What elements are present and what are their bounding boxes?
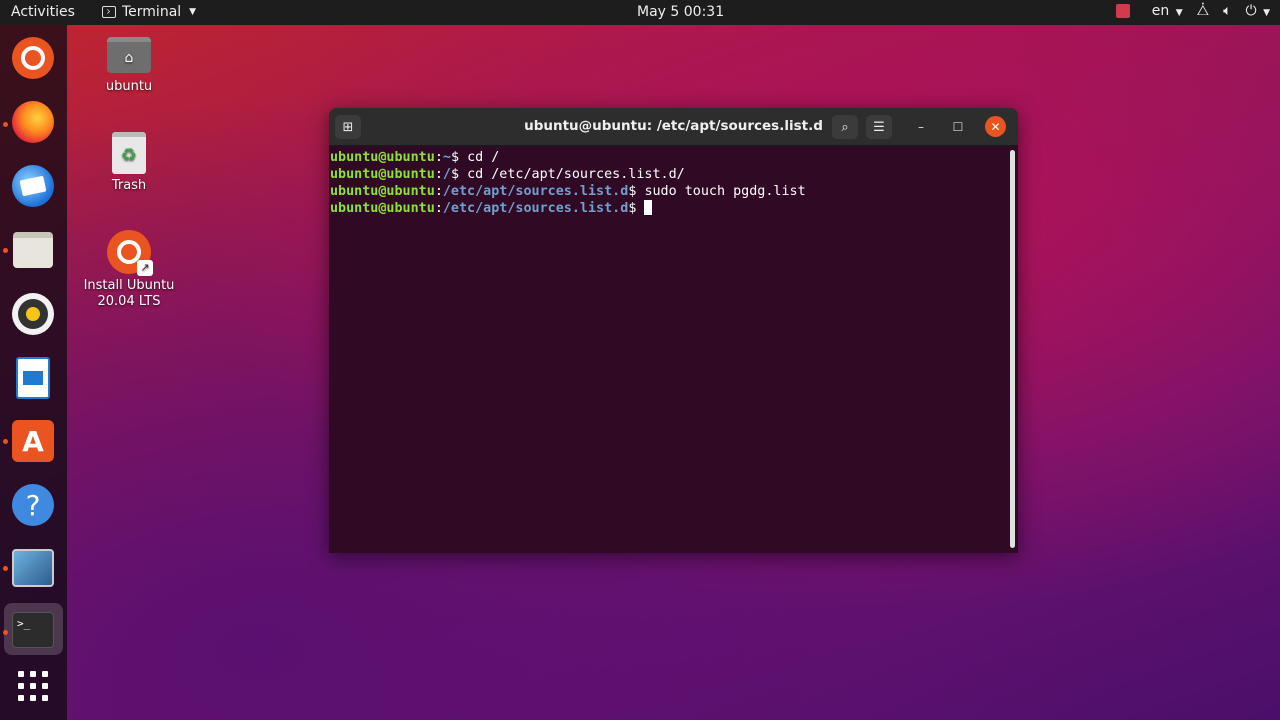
terminal-small-icon (102, 6, 116, 18)
command-text: cd /etc/apt/sources.list.d/ (467, 167, 685, 182)
dock-software[interactable]: A (10, 418, 56, 464)
close-icon: ✕ (990, 119, 1001, 134)
clock[interactable]: May 5 00:31 (637, 4, 724, 20)
rhythmbox-icon (12, 293, 54, 335)
terminal-line: ubuntu@ubuntu:/etc/apt/sources.list.d$ s… (330, 183, 1017, 200)
menu-button[interactable]: ☰ (866, 115, 892, 139)
running-indicator (3, 439, 8, 444)
dock-rhythmbox[interactable] (10, 291, 56, 337)
desktop-icon-label: Install Ubuntu 20.04 LTS (83, 278, 175, 309)
install-ubuntu-icon: ↗ (107, 230, 153, 276)
prompt-separator: : (434, 150, 443, 165)
prompt-separator: : (434, 184, 443, 199)
terminal-icon: >_ (12, 612, 54, 648)
terminal-line: ubuntu@ubuntu:~$ cd / (330, 149, 1017, 166)
thunderbird-icon (12, 165, 54, 207)
language-label: en (1151, 3, 1170, 19)
power-menu[interactable]: ⏻ ▼ (1246, 3, 1270, 19)
volume-icon[interactable]: 🔈︎ (1223, 3, 1231, 19)
dock: A ? >_ (0, 25, 67, 720)
trash-icon: ♻ (112, 132, 146, 174)
dock-help[interactable]: ? (10, 482, 56, 528)
terminal-scrollbar[interactable] (1010, 150, 1015, 548)
prompt-symbol: $ (450, 167, 468, 182)
screenshot-icon (12, 549, 54, 587)
dock-writer[interactable] (10, 355, 56, 401)
desktop-icon-label: ubuntu (105, 79, 153, 94)
minimize-button[interactable]: – (911, 117, 931, 137)
system-tray: en ▼ ⧊ 🔈︎ ⏻ ▼ (1115, 3, 1270, 19)
dock-ubuntu[interactable] (10, 35, 56, 81)
top-bar: Activities Terminal ▼ May 5 00:31 en ▼ ⧊… (0, 0, 1280, 25)
running-indicator (3, 122, 8, 127)
prompt-symbol: $ (450, 150, 468, 165)
dock-files[interactable] (10, 227, 56, 273)
prompt-symbol: $ (628, 184, 645, 199)
desktop-icon-home[interactable]: ⌂ ubuntu (74, 37, 184, 94)
prompt-path: / (442, 167, 451, 182)
home-folder-icon: ⌂ (107, 37, 151, 73)
text-cursor (644, 200, 653, 215)
ubuntu-software-icon: A (12, 420, 54, 462)
search-icon: ⌕ (841, 119, 849, 135)
terminal-window[interactable]: ⊞ ubuntu@ubuntu: /etc/apt/sources.list.d… (329, 108, 1018, 553)
maximize-icon: ☐ (952, 120, 964, 134)
dock-terminal[interactable]: >_ (10, 607, 56, 653)
prompt-separator: : (434, 201, 443, 216)
desktop-icon-label: Trash (111, 178, 147, 193)
terminal-line: ubuntu@ubuntu:/etc/apt/sources.list.d$ (330, 200, 1017, 217)
firefox-icon (12, 101, 54, 143)
hamburger-menu-icon: ☰ (873, 119, 885, 135)
terminal-headerbar[interactable]: ⊞ ubuntu@ubuntu: /etc/apt/sources.list.d… (329, 108, 1018, 146)
help-icon: ? (12, 484, 54, 526)
app-menu-label: Terminal (122, 4, 182, 20)
prompt-user: ubuntu@ubuntu (330, 184, 435, 199)
tray-app-icon[interactable] (1115, 4, 1130, 18)
show-applications-icon (18, 671, 48, 701)
show-applications-button[interactable] (10, 663, 56, 709)
ubuntu-logo-icon (12, 37, 54, 79)
prompt-user: ubuntu@ubuntu (330, 150, 435, 165)
minimize-icon: – (918, 120, 924, 134)
prompt-path: ~ (442, 150, 451, 165)
prompt-user: ubuntu@ubuntu (330, 167, 435, 182)
libreoffice-writer-icon (16, 357, 50, 399)
search-button[interactable]: ⌕ (832, 115, 858, 139)
prompt-path: /etc/apt/sources.list.d (442, 201, 629, 216)
running-indicator (3, 248, 8, 253)
terminal-output[interactable]: ubuntu@ubuntu:~$ cd / ubuntu@ubuntu:/$ cd… (329, 146, 1018, 220)
prompt-separator: : (434, 167, 443, 182)
power-icon: ⏻ (1245, 3, 1257, 19)
chevron-down-icon: ▼ (1263, 8, 1270, 18)
chevron-down-icon: ▼ (189, 7, 197, 17)
desktop-icon-trash[interactable]: ♻ Trash (74, 132, 184, 193)
close-button[interactable]: ✕ (985, 116, 1006, 137)
network-icon[interactable]: ⧊ (1197, 3, 1210, 19)
prompt-path: /etc/apt/sources.list.d (442, 184, 629, 199)
command-text: sudo touch pgdg.list (644, 184, 806, 199)
files-icon (13, 232, 53, 268)
command-text: cd / (467, 150, 500, 165)
dock-screenshot[interactable] (10, 545, 56, 591)
dock-firefox[interactable] (10, 99, 56, 145)
prompt-symbol: $ (628, 201, 645, 216)
maximize-button[interactable]: ☐ (948, 117, 968, 137)
terminal-line: ubuntu@ubuntu:/$ cd /etc/apt/sources.lis… (330, 166, 1017, 183)
app-menu-button[interactable]: Terminal ▼ (102, 4, 196, 20)
language-selector[interactable]: en ▼ (1152, 3, 1183, 19)
activities-button[interactable]: Activities (11, 4, 75, 20)
prompt-user: ubuntu@ubuntu (330, 201, 435, 216)
chevron-down-icon: ▼ (1175, 8, 1183, 18)
running-indicator (3, 630, 8, 635)
dock-thunderbird[interactable] (10, 163, 56, 209)
running-indicator (3, 566, 8, 571)
desktop-icon-install-ubuntu[interactable]: ↗ Install Ubuntu 20.04 LTS (74, 230, 184, 310)
